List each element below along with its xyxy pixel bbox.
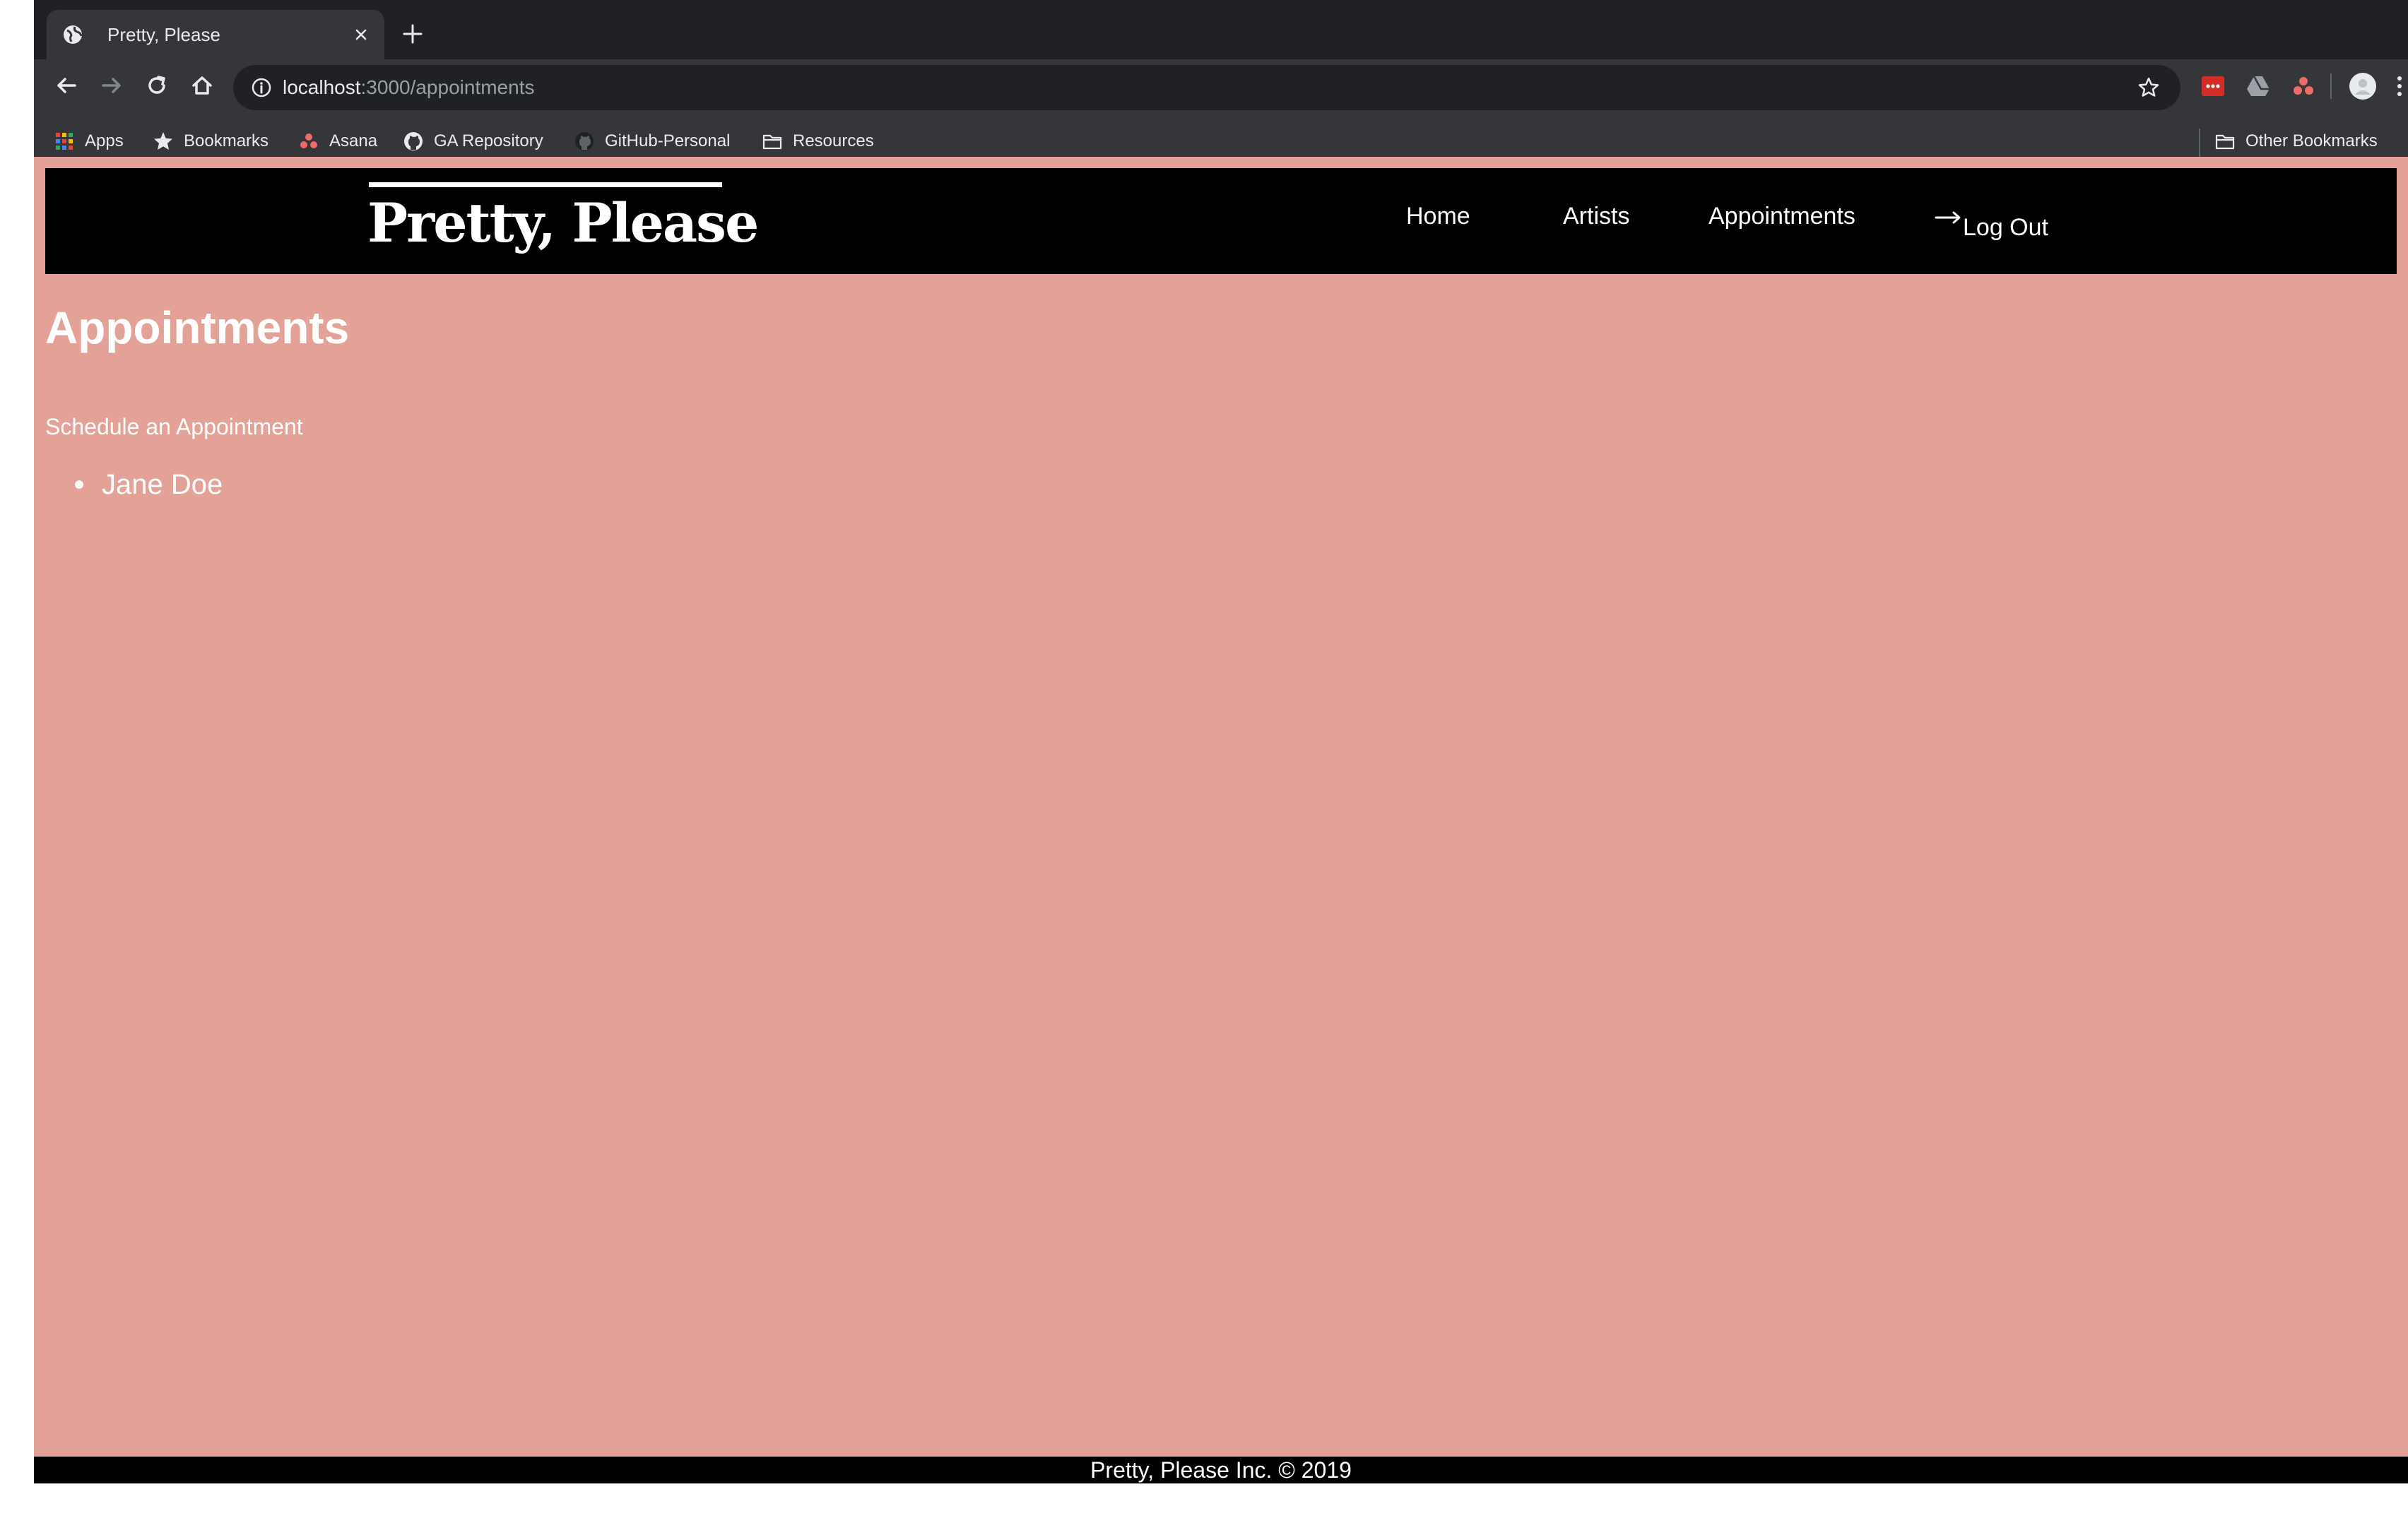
asana-extension-icon[interactable] <box>2289 72 2318 100</box>
bookmark-label: Apps <box>85 131 124 150</box>
page-title: Appointments <box>45 302 350 353</box>
nav-link-home[interactable]: Home <box>1406 202 1470 230</box>
bullet-icon <box>75 480 83 489</box>
browser-window: Pretty, Please localhost:3000/appointmen… <box>34 0 2408 1483</box>
schedule-appointment-link[interactable]: Schedule an Appointment <box>45 413 303 441</box>
bookmark-label: GitHub-Personal <box>605 131 731 150</box>
site-footer: Pretty, Please Inc. © 2019 <box>34 1457 2408 1483</box>
github-icon <box>404 132 423 150</box>
new-tab-plus-icon[interactable] <box>401 23 424 45</box>
bookmark-apps[interactable]: Apps <box>54 129 124 154</box>
bookmark-bookmarks[interactable]: Bookmarks <box>153 129 268 154</box>
globe-icon <box>64 25 83 44</box>
close-icon[interactable] <box>350 24 372 45</box>
url-host: localhost <box>283 76 361 98</box>
brand-underline <box>369 182 722 187</box>
appointment-name: Jane Doe <box>102 469 223 500</box>
site-navbar: Pretty, Please Home Artists Appointments… <box>45 168 2397 274</box>
bookmark-label: Resources <box>793 131 874 150</box>
logout-button[interactable]: Log Out <box>1935 206 2048 242</box>
menu-dots-icon[interactable] <box>2392 72 2407 100</box>
browser-tab[interactable]: Pretty, Please <box>47 10 384 59</box>
list-item[interactable]: Jane Doe <box>45 468 223 502</box>
star-icon <box>154 132 172 150</box>
address-bar[interactable]: localhost:3000/appointments <box>233 65 2180 110</box>
reload-icon[interactable] <box>143 71 171 100</box>
url-path: :3000/appointments <box>360 76 535 98</box>
bookmark-resources[interactable]: Resources <box>762 129 874 154</box>
folder-icon <box>2215 134 2235 150</box>
home-icon[interactable] <box>188 71 216 100</box>
tab-strip: Pretty, Please <box>34 0 2408 59</box>
web-page: Pretty, Please Home Artists Appointments… <box>34 157 2408 1483</box>
bookmark-ga-repository[interactable]: GA Repository <box>403 129 543 154</box>
other-bookmarks[interactable]: Other Bookmarks <box>2214 129 2378 154</box>
bookmark-label: GA Repository <box>434 131 543 150</box>
toolbar-divider <box>2330 73 2332 99</box>
nav-link-appointments[interactable]: Appointments <box>1708 202 1855 230</box>
lastpass-extension-icon[interactable] <box>2199 72 2227 100</box>
other-bookmarks-label: Other Bookmarks <box>2245 131 2378 150</box>
bookmarks-divider <box>2199 129 2200 157</box>
forward-arrow-icon[interactable] <box>98 71 126 100</box>
brand-logo[interactable]: Pretty, Please <box>367 189 759 257</box>
bookmark-star-icon[interactable] <box>2137 76 2161 100</box>
apps-grid-icon <box>56 133 73 150</box>
drive-extension-icon[interactable] <box>2244 72 2272 100</box>
github-icon <box>575 132 594 150</box>
logout-label: Log Out <box>1963 214 2048 241</box>
folder-icon <box>762 134 782 150</box>
bookmark-label: Asana <box>329 131 378 150</box>
appointments-list: Jane Doe <box>45 468 223 502</box>
bookmark-github-personal[interactable]: GitHub-Personal <box>574 129 730 154</box>
profile-avatar-icon[interactable] <box>2349 72 2377 100</box>
tab-title: Pretty, Please <box>107 24 220 45</box>
back-arrow-icon[interactable] <box>52 71 81 100</box>
nav-link-artists[interactable]: Artists <box>1563 202 1629 230</box>
url-text: localhost:3000/appointments <box>283 76 534 99</box>
info-icon[interactable] <box>250 76 273 99</box>
bookmark-asana[interactable]: Asana <box>298 129 377 154</box>
asana-icon <box>300 134 317 148</box>
bookmark-label: Bookmarks <box>184 131 269 150</box>
browser-toolbar: localhost:3000/appointments Apps Bookmar… <box>34 59 2408 170</box>
footer-text: Pretty, Please Inc. © 2019 <box>1090 1457 1352 1483</box>
logout-arrow-icon <box>1935 211 1961 224</box>
